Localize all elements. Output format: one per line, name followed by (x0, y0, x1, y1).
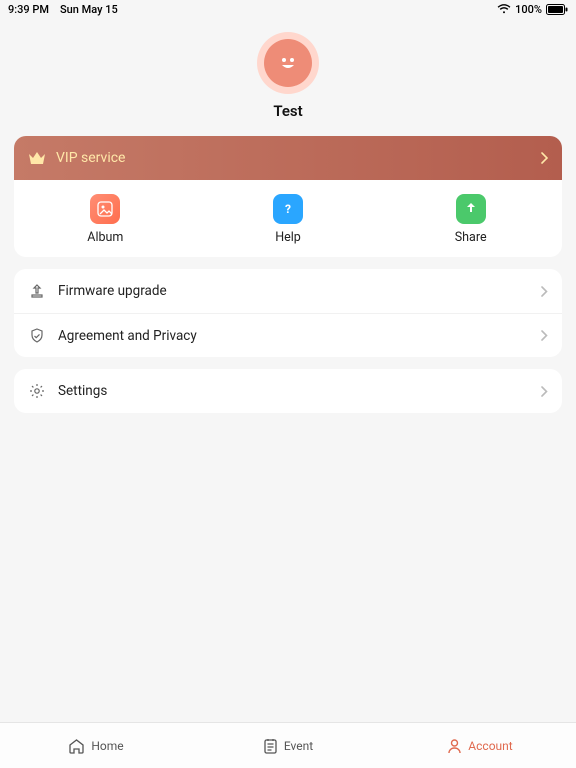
battery-icon (546, 4, 568, 15)
crown-icon (28, 151, 46, 165)
vip-service-banner[interactable]: VIP service (14, 136, 562, 180)
avatar-face-icon (264, 39, 312, 87)
username-label: Test (0, 102, 576, 120)
row-firmware-label: Firmware upgrade (58, 283, 529, 299)
row-settings[interactable]: Settings (14, 369, 562, 413)
tab-event[interactable]: Event (192, 723, 384, 768)
settings-card-2: Settings (14, 369, 562, 413)
share-icon (456, 194, 486, 224)
help-icon: ? (273, 194, 303, 224)
shortcut-share[interactable]: Share (379, 194, 562, 245)
status-left: 9:39 PM Sun May 15 (8, 3, 118, 16)
chevron-right-icon (541, 286, 548, 297)
event-icon (263, 738, 278, 754)
status-date: Sun May 15 (60, 3, 118, 16)
vip-label: VIP service (56, 150, 530, 166)
album-icon (90, 194, 120, 224)
spacer (0, 413, 576, 722)
shortcut-share-label: Share (379, 230, 562, 245)
tab-home-label: Home (91, 739, 123, 753)
upgrade-icon (28, 282, 46, 300)
status-time: 9:39 PM (8, 3, 49, 16)
chevron-right-icon (541, 386, 548, 397)
wifi-icon (497, 4, 511, 14)
shortcut-help[interactable]: ? Help (197, 194, 380, 245)
tab-event-label: Event (284, 739, 313, 753)
tab-account-label: Account (468, 739, 512, 753)
home-icon (68, 738, 85, 754)
profile-header: Test (0, 18, 576, 126)
account-icon (447, 738, 462, 754)
content: VIP service Album ? Help Share (0, 126, 576, 413)
shortcut-album-label: Album (14, 230, 197, 245)
avatar[interactable] (257, 32, 319, 94)
row-settings-label: Settings (58, 383, 529, 399)
battery-percent: 100% (515, 3, 542, 16)
tab-home[interactable]: Home (0, 723, 192, 768)
shortcut-row: Album ? Help Share (14, 180, 562, 257)
status-bar: 9:39 PM Sun May 15 100% (0, 0, 576, 18)
settings-card-1: Firmware upgrade Agreement and Privacy (14, 269, 562, 357)
gear-icon (28, 382, 46, 400)
row-privacy-label: Agreement and Privacy (58, 328, 529, 344)
shortcut-help-label: Help (197, 230, 380, 245)
shield-icon (28, 327, 46, 345)
chevron-right-icon (540, 152, 548, 164)
status-right: 100% (497, 3, 568, 16)
row-firmware-upgrade[interactable]: Firmware upgrade (14, 269, 562, 313)
tab-account[interactable]: Account (384, 723, 576, 768)
chevron-right-icon (541, 330, 548, 341)
row-agreement-privacy[interactable]: Agreement and Privacy (14, 313, 562, 357)
shortcut-album[interactable]: Album (14, 194, 197, 245)
tab-bar: Home Event Account (0, 722, 576, 768)
svg-text:?: ? (285, 202, 291, 216)
